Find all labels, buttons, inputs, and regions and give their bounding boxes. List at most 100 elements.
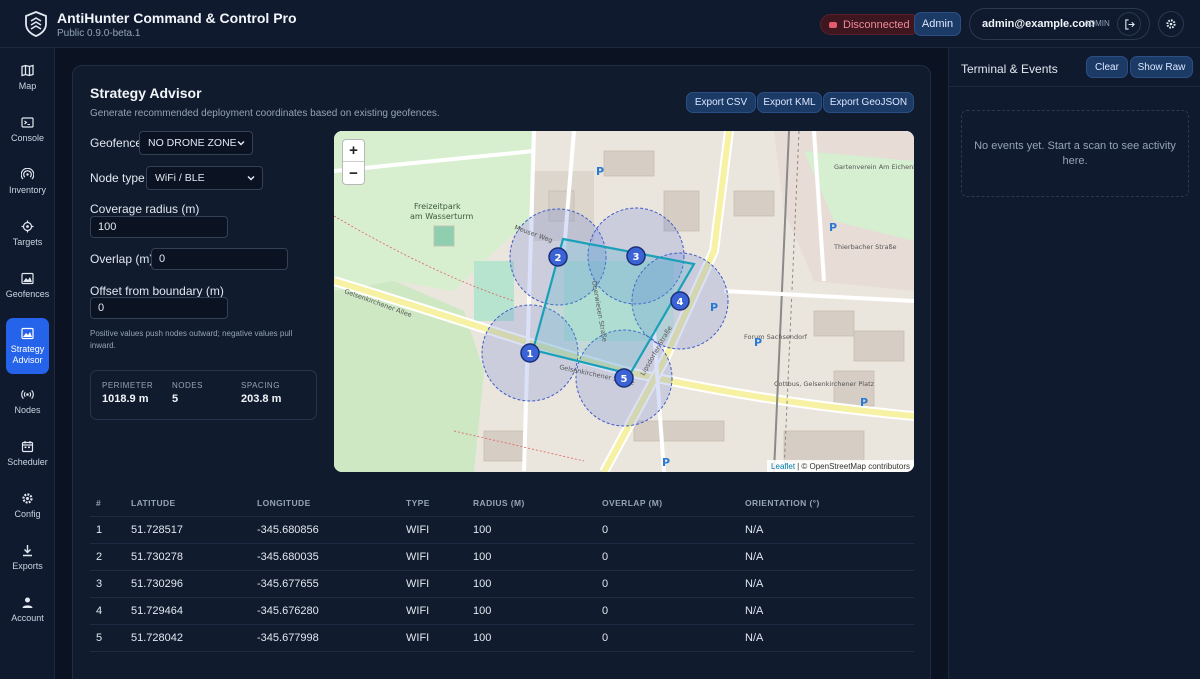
sidebar-item-targets[interactable]: Targets bbox=[6, 210, 49, 258]
sidebar-item-nodes[interactable]: Nodes bbox=[6, 378, 49, 426]
table-cell: 2 bbox=[96, 551, 103, 563]
sidebar-item-geofences[interactable]: Geofences bbox=[6, 262, 49, 310]
svg-text:P: P bbox=[754, 336, 762, 349]
table-row: 5 51.728042 -345.677998 WIFI 100 0 N/A bbox=[90, 625, 914, 652]
sidebar-item-config[interactable]: Config bbox=[6, 482, 49, 530]
table-cell: 1 bbox=[96, 524, 103, 536]
geofence-select-value: NO DRONE ZONE bbox=[148, 137, 237, 149]
sidebar-item-label: Inventory bbox=[8, 185, 47, 195]
map-label: am Wasserturm bbox=[410, 212, 473, 221]
table-row: 3 51.730296 -345.677655 WIFI 100 0 N/A bbox=[90, 571, 914, 598]
zoom-out-button[interactable]: − bbox=[343, 162, 364, 184]
table-cell: 51.730296 bbox=[131, 578, 183, 590]
sidebar-item-label: Map bbox=[18, 81, 37, 91]
svg-text:P: P bbox=[710, 301, 718, 314]
perimeter-stat: PERIMETER 1018.9 m bbox=[102, 381, 153, 405]
map-attribution: Leaflet | © OpenStreetMap contributors bbox=[767, 460, 914, 472]
geofence-label: Geofence bbox=[90, 136, 143, 150]
deployment-table: # LATITUDE LONGITUDE TYPE RADIUS (M) OVE… bbox=[90, 490, 914, 652]
table-header: # LATITUDE LONGITUDE TYPE RADIUS (M) OVE… bbox=[90, 490, 914, 517]
offset-hint: Positive values push nodes outward; nega… bbox=[90, 329, 293, 350]
stat-label: SPACING bbox=[241, 381, 280, 390]
sidebar-item-label: Exports bbox=[12, 561, 43, 571]
settings-button[interactable] bbox=[1158, 11, 1184, 37]
chevron-down-icon bbox=[247, 175, 255, 181]
page-title: Strategy Advisor bbox=[90, 85, 202, 101]
map-zoom-control: + − bbox=[342, 139, 365, 185]
sidebar-nav: Map Console Inventory Targets Geofences … bbox=[0, 48, 55, 679]
show-raw-button[interactable]: Show Raw bbox=[1130, 56, 1193, 78]
svg-text:P: P bbox=[860, 396, 868, 409]
sidebar-item-label: Targets bbox=[12, 237, 43, 247]
node-marker-label: 2 bbox=[555, 253, 562, 264]
column-header: OVERLAP (M) bbox=[602, 498, 663, 508]
sidebar-item-label: Config bbox=[14, 509, 41, 519]
table-cell: N/A bbox=[745, 524, 764, 536]
stat-value: 1018.9 m bbox=[102, 393, 149, 405]
column-header: LATITUDE bbox=[131, 498, 176, 508]
table-cell: 51.729464 bbox=[131, 605, 183, 617]
gear-icon bbox=[1166, 19, 1176, 29]
zoom-in-button[interactable]: + bbox=[343, 140, 364, 162]
offset-input[interactable]: 0 bbox=[90, 297, 228, 319]
table-cell: WIFI bbox=[406, 632, 430, 644]
coverage-radius-label: Coverage radius (m) bbox=[90, 202, 200, 216]
coverage-radius-input[interactable]: 100 bbox=[90, 216, 228, 238]
table-cell: WIFI bbox=[406, 524, 430, 536]
stat-label: NODES bbox=[172, 381, 203, 390]
spacing-stat: SPACING 203.8 m bbox=[241, 381, 281, 405]
sidebar-item-strategy-advisor[interactable]: Strategy Advisor bbox=[6, 318, 49, 374]
table-cell: -345.680035 bbox=[257, 551, 319, 563]
stat-value: 5 bbox=[172, 393, 179, 405]
sidebar-item-label: Console bbox=[10, 133, 45, 143]
calendar-icon bbox=[21, 441, 34, 453]
table-cell: 0 bbox=[602, 524, 609, 536]
table-cell: WIFI bbox=[406, 605, 430, 617]
user-icon bbox=[22, 597, 33, 608]
sidebar-item-exports[interactable]: Exports bbox=[6, 534, 49, 582]
node-marker-label: 4 bbox=[677, 297, 684, 308]
radar-icon bbox=[21, 168, 34, 180]
table-cell: 4 bbox=[96, 605, 103, 617]
coverage-map[interactable]: Freizeitpark am Wasserturm Gelsenkirchen… bbox=[334, 131, 914, 472]
leaflet-link[interactable]: Leaflet bbox=[771, 462, 795, 471]
node-type-select-value: WiFi / BLE bbox=[155, 172, 205, 184]
app-header: AntiHunter Command & Control Pro Public … bbox=[0, 0, 1200, 48]
broadcast-icon bbox=[21, 390, 34, 399]
table-cell: 0 bbox=[602, 551, 609, 563]
node-marker-label: 5 bbox=[621, 374, 628, 385]
sidebar-item-inventory[interactable]: Inventory bbox=[6, 158, 49, 206]
clear-button[interactable]: Clear bbox=[1086, 56, 1128, 78]
svg-text:P: P bbox=[662, 456, 670, 469]
node-type-select[interactable]: WiFi / BLE bbox=[146, 166, 263, 190]
export-kml-button[interactable]: Export KML bbox=[757, 92, 822, 113]
sidebar-item-account[interactable]: Account bbox=[6, 586, 49, 634]
node-marker-label: 3 bbox=[633, 252, 640, 263]
app-title: AntiHunter Command & Control Pro bbox=[57, 10, 297, 26]
user-menu[interactable]: admin@example.com ADMIN bbox=[969, 8, 1150, 40]
export-geojson-button[interactable]: Export GeoJSON bbox=[823, 92, 914, 113]
map-icon bbox=[21, 64, 34, 77]
terminal-events-panel: Terminal & Events Clear Show Raw No even… bbox=[948, 48, 1200, 679]
stats-summary: PERIMETER 1018.9 m NODES 5 SPACING 203.8… bbox=[90, 370, 317, 420]
table-cell: 51.728517 bbox=[131, 524, 183, 536]
logout-button[interactable] bbox=[1117, 12, 1141, 36]
sidebar-item-scheduler[interactable]: Scheduler bbox=[6, 430, 49, 478]
table-cell: -345.677655 bbox=[257, 578, 319, 590]
sidebar-item-map[interactable]: Map bbox=[6, 54, 49, 102]
map-label: Cottbus, Gelsenkirchener Platz bbox=[774, 380, 875, 388]
panel-divider bbox=[949, 86, 1200, 87]
overlap-input[interactable]: 0 bbox=[151, 248, 288, 270]
export-csv-button[interactable]: Export CSV bbox=[686, 92, 756, 113]
connection-status-label: Disconnected bbox=[843, 18, 910, 31]
column-header: TYPE bbox=[406, 498, 430, 508]
events-empty-state: No events yet. Start a scan to see activ… bbox=[961, 110, 1189, 197]
geofence-select[interactable]: NO DRONE ZONE bbox=[139, 131, 253, 155]
sidebar-item-console[interactable]: Console bbox=[6, 106, 49, 154]
sidebar-item-label: Strategy Advisor bbox=[10, 343, 45, 365]
sidebar-item-label: Nodes bbox=[14, 405, 41, 415]
sidebar-item-label: Geofences bbox=[5, 289, 50, 299]
crosshair-icon bbox=[21, 220, 34, 233]
table-cell: 5 bbox=[96, 632, 103, 644]
admin-role-button[interactable]: Admin bbox=[914, 12, 961, 36]
